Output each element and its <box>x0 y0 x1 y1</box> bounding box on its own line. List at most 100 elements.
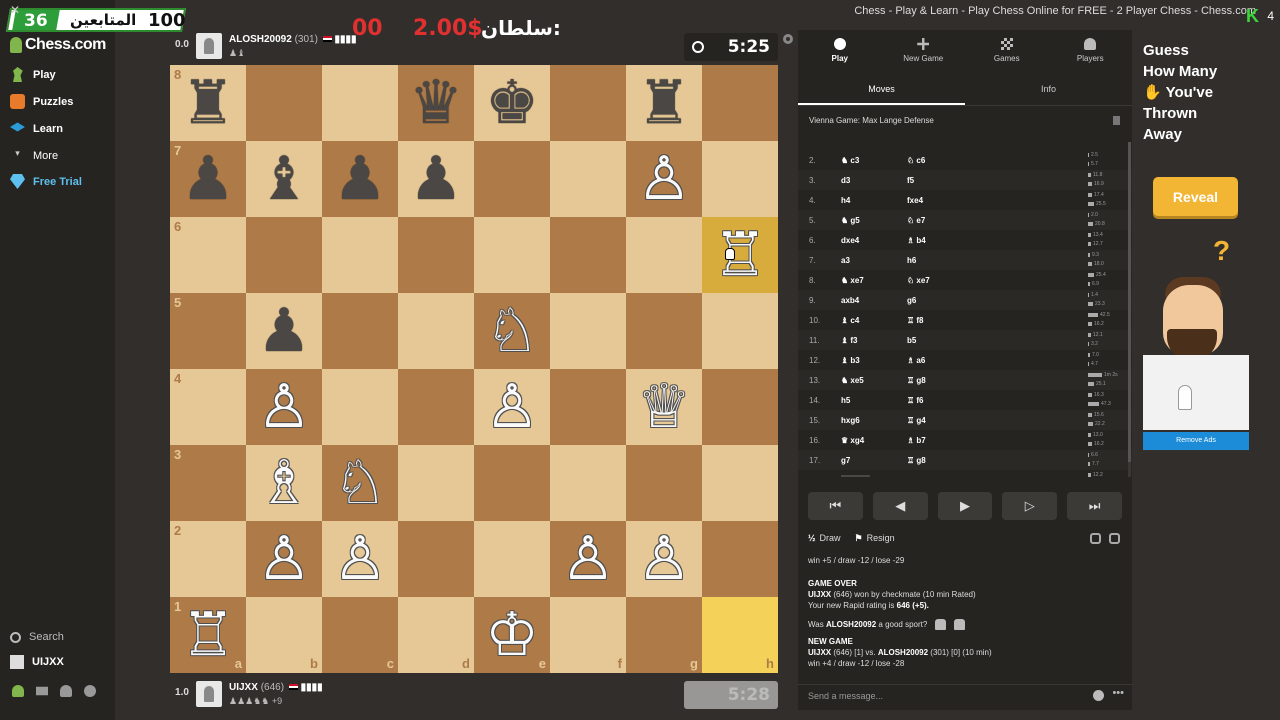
avatar[interactable] <box>196 33 222 59</box>
previous-move-button[interactable]: ◀ <box>872 492 928 520</box>
square-g1[interactable]: g <box>626 597 702 673</box>
chess-logo[interactable]: Chess.com <box>10 36 106 54</box>
square-g3[interactable] <box>626 445 702 521</box>
black-piece-e8[interactable]: ♚ <box>474 65 550 141</box>
white-move[interactable]: ♝ c4 <box>841 316 859 325</box>
white-move[interactable]: ♝ b3 <box>841 356 860 365</box>
tab-players[interactable]: Players <box>1049 30 1133 70</box>
draw-button[interactable]: ½ Draw <box>808 533 841 544</box>
square-d2[interactable] <box>398 521 474 597</box>
white-piece-a1[interactable]: ♖ <box>170 597 246 673</box>
square-f3[interactable] <box>550 445 626 521</box>
square-f6[interactable] <box>550 217 626 293</box>
tab-play[interactable]: Play <box>798 30 882 70</box>
white-move[interactable]: ♞ xe5 <box>841 376 864 385</box>
black-move[interactable]: g6 <box>907 296 916 305</box>
white-piece-b4[interactable]: ♙ <box>246 369 322 445</box>
white-move[interactable]: ♞ xe7 <box>841 276 864 285</box>
black-move[interactable]: ♗ b7 <box>907 436 926 445</box>
sidebar-search[interactable]: Search <box>10 631 64 643</box>
flip-board-icon[interactable] <box>1109 533 1120 544</box>
white-piece-g2[interactable]: ♙ <box>626 521 702 597</box>
square-f5[interactable] <box>550 293 626 369</box>
thumbs-down-icon[interactable] <box>954 619 966 630</box>
square-d6[interactable] <box>398 217 474 293</box>
close-icon[interactable]: ✕ <box>10 3 20 17</box>
sidebar-item-learn[interactable]: Learn <box>10 121 63 136</box>
player-name-line[interactable]: ALOSH20092 (301) ▮▮▮▮ <box>229 34 357 45</box>
resign-button[interactable]: ⚑ Resign <box>855 533 895 544</box>
square-c4[interactable] <box>322 369 398 445</box>
more-icon[interactable]: ••• <box>1112 687 1124 699</box>
square-h2[interactable] <box>702 521 778 597</box>
square-a2[interactable]: 2 <box>170 521 246 597</box>
black-move[interactable]: ♘ c6 <box>907 156 925 165</box>
square-b8[interactable] <box>246 65 322 141</box>
white-move[interactable]: h5 <box>841 396 850 405</box>
black-move[interactable]: ♖ f6 <box>907 396 924 405</box>
white-piece-e1[interactable]: ♔ <box>474 597 550 673</box>
square-h5[interactable] <box>702 293 778 369</box>
thumbs-up-icon[interactable] <box>935 619 947 630</box>
white-move[interactable]: ♝ f3 <box>841 336 858 345</box>
square-h7[interactable] <box>702 141 778 217</box>
tab-info[interactable]: Info <box>965 76 1132 105</box>
white-piece-f2[interactable]: ♙ <box>550 521 626 597</box>
white-move[interactable]: ♞ c3 <box>841 156 859 165</box>
sidebar-item-play[interactable]: Play <box>10 67 56 82</box>
white-piece-b3[interactable]: ♗ <box>246 445 322 521</box>
sidebar-item-free-trial[interactable]: Free Trial <box>10 174 82 189</box>
square-f7[interactable] <box>550 141 626 217</box>
square-d3[interactable] <box>398 445 474 521</box>
square-f1[interactable]: f <box>550 597 626 673</box>
white-move[interactable]: a3 <box>841 256 850 265</box>
white-move[interactable]: hxg6 <box>841 416 860 425</box>
friends-icon[interactable] <box>12 685 24 697</box>
white-piece-h6[interactable]: ♖ <box>702 217 778 293</box>
gear-icon[interactable] <box>84 685 96 697</box>
black-move[interactable]: ♘ e7 <box>907 216 925 225</box>
message-input[interactable]: Send a message... ••• <box>798 684 1132 706</box>
square-c6[interactable] <box>322 217 398 293</box>
black-piece-b5[interactable]: ♟ <box>246 293 322 369</box>
tab-new-game[interactable]: New Game <box>882 30 966 70</box>
black-move[interactable]: b5 <box>907 336 916 345</box>
emoji-icon[interactable] <box>1093 690 1104 701</box>
white-move[interactable]: g7 <box>841 456 850 465</box>
black-move[interactable]: f5 <box>907 176 914 185</box>
sidebar-item-puzzles[interactable]: Puzzles <box>10 94 73 109</box>
white-move[interactable]: d3 <box>841 176 850 185</box>
black-move[interactable]: ♗ a6 <box>907 356 925 365</box>
last-move-button[interactable]: ⏭ <box>1067 492 1122 520</box>
black-piece-c7[interactable]: ♟ <box>322 141 398 217</box>
black-piece-a8[interactable]: ♜ <box>170 65 246 141</box>
square-c8[interactable] <box>322 65 398 141</box>
white-move[interactable]: dxe4 <box>841 236 859 245</box>
move-list[interactable]: 2. ♞ c3 ♘ c6 2.5 5.7 3. d3 f5 11.8 16.9 4. h4 fxe4 17… <box>798 142 1132 477</box>
square-d1[interactable]: d <box>398 597 474 673</box>
scrollbar-thumb[interactable] <box>1128 142 1131 462</box>
white-move[interactable]: ♞ g5 <box>841 216 860 225</box>
white-piece-e4[interactable]: ♙ <box>474 369 550 445</box>
tab-games[interactable]: Games <box>965 30 1049 70</box>
white-move[interactable]: axb4 <box>841 296 859 305</box>
black-piece-b7[interactable]: ♝ <box>246 141 322 217</box>
sidebar-user[interactable]: UIJXX <box>10 655 64 669</box>
black-move[interactable]: ♖ g8 <box>907 456 926 465</box>
next-move-button[interactable]: ▷ <box>1002 492 1058 520</box>
square-e2[interactable] <box>474 521 550 597</box>
play-button[interactable]: ▶ <box>937 492 993 520</box>
square-g6[interactable] <box>626 217 702 293</box>
square-g5[interactable] <box>626 293 702 369</box>
square-a3[interactable]: 3 <box>170 445 246 521</box>
avatar[interactable] <box>196 681 222 707</box>
move-list-scrollbar[interactable] <box>1128 142 1131 477</box>
square-c1[interactable]: c <box>322 597 398 673</box>
bell-icon[interactable] <box>60 685 72 697</box>
ad-banner[interactable]: Guess How Many ✋ You've Thrown Away Reve… <box>1143 40 1249 450</box>
black-piece-a7[interactable]: ♟ <box>170 141 246 217</box>
white-piece-b2[interactable]: ♙ <box>246 521 322 597</box>
square-h8[interactable] <box>702 65 778 141</box>
square-d5[interactable] <box>398 293 474 369</box>
remove-ads-link[interactable]: Remove Ads <box>1143 432 1249 450</box>
